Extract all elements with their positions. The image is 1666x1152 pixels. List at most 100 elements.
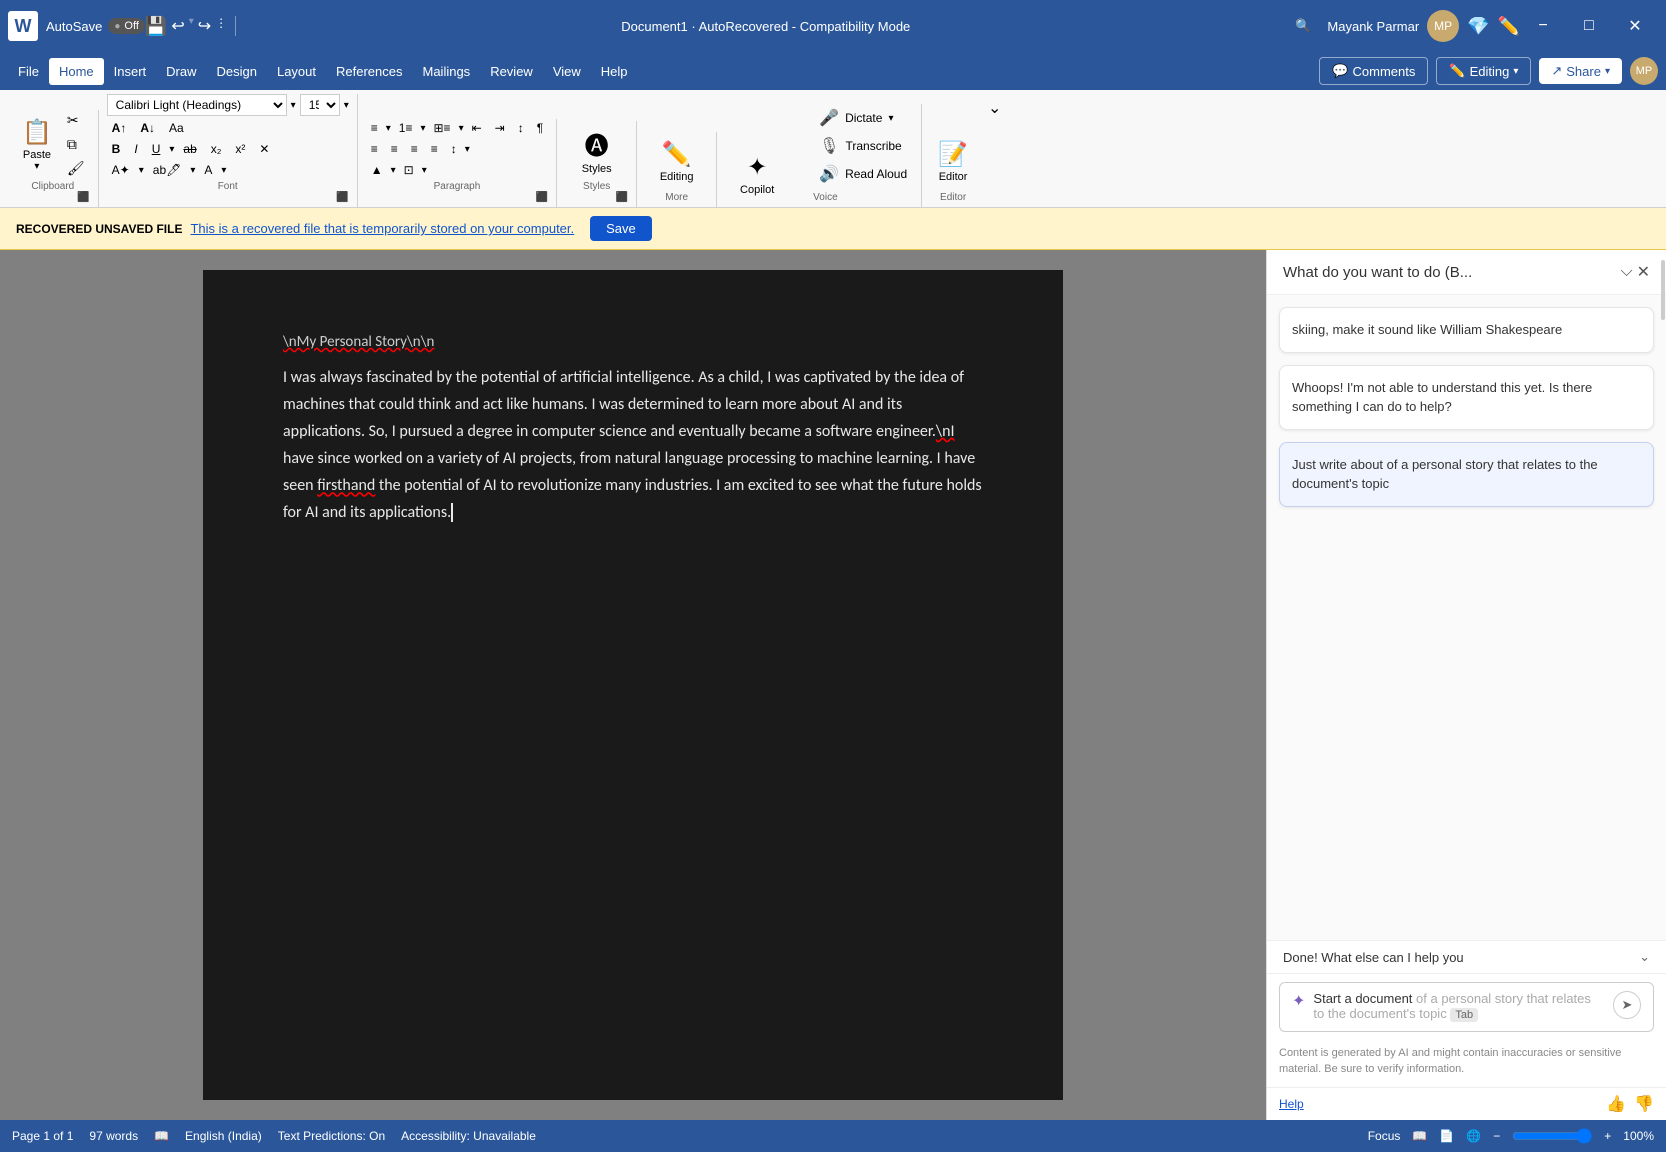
numbering-dropdown[interactable]: ▾ [420,123,425,134]
autosave-toggle[interactable]: ● Off [108,18,145,34]
copilot-button[interactable]: ✦ Copilot [734,145,780,203]
font-expander[interactable]: ⬛ [336,192,348,203]
focus-label[interactable]: Focus [1368,1129,1401,1143]
search-button[interactable]: 🔍 [1287,10,1319,42]
undo-button[interactable]: ↩ [171,16,184,37]
line-spacing-button[interactable]: ↕ [446,140,462,158]
zoom-slider[interactable] [1512,1128,1592,1144]
print-layout-icon[interactable]: 📄 [1439,1129,1454,1143]
shading-button[interactable]: ▲ [366,161,388,179]
styles-expander[interactable]: ⬛ [616,192,628,203]
font-selector[interactable]: Calibri Light (Headings) [107,94,287,116]
borders-button[interactable]: ⊡ [399,161,419,179]
highlight-dropdown[interactable]: ▾ [190,165,195,176]
copilot-close-btn[interactable]: ✕ [1637,262,1650,282]
change-case-button[interactable]: Aa [164,119,189,137]
menu-design[interactable]: Design [207,58,267,85]
menu-view[interactable]: View [543,58,591,85]
copilot-input-box[interactable]: ✦ Start a document of a personal story t… [1279,982,1654,1032]
show-para-button[interactable]: ¶ [532,119,548,137]
recovery-save-button[interactable]: Save [590,216,652,241]
document-content[interactable]: \nMy Personal Story\n\n I was always fas… [283,330,983,527]
spell-check-icon[interactable]: 📖 [154,1129,169,1143]
clipboard-expander[interactable]: ⬛ [77,192,89,203]
menu-file[interactable]: File [8,58,49,85]
dictate-button[interactable]: 🎤 Dictate ▾ [813,104,913,132]
superscript-button[interactable]: x² [230,140,250,158]
cut-button[interactable]: ✂ [62,110,90,131]
user-avatar[interactable]: MP [1427,10,1459,42]
minimize-button[interactable]: − [1520,10,1566,42]
align-center-button[interactable]: ≡ [386,140,403,158]
gem-icon[interactable]: 💎 [1467,16,1489,37]
recovery-message[interactable]: This is a recovered file that is tempora… [190,221,574,236]
copilot-collapse-btn[interactable]: ⌵ [1620,263,1632,281]
underline-dropdown[interactable]: ▾ [169,144,174,155]
save-button[interactable]: 💾 [145,16,167,37]
menu-references[interactable]: References [326,58,412,85]
redo-button[interactable]: ↪ [198,16,211,37]
highlight-button[interactable]: ab🖊 [148,161,187,179]
editing-ribbon-button[interactable]: ✏️ Editing [654,132,700,190]
user-profile-btn[interactable]: MP [1630,57,1658,85]
subscript-button[interactable]: x₂ [206,140,227,158]
zoom-level[interactable]: 100% [1623,1129,1654,1143]
share-button[interactable]: ↗ Share ▾ [1539,58,1622,84]
zoom-out-icon[interactable]: − [1493,1129,1500,1143]
paste-button[interactable]: 📋 Paste ▾ [16,114,58,176]
italic-button[interactable]: I [129,140,142,158]
paragraph-expander[interactable]: ⬛ [536,192,548,203]
font-color-button[interactable]: A [199,161,217,179]
thumbs-up-button[interactable]: 👍 [1606,1094,1626,1114]
zoom-in-icon[interactable]: + [1604,1129,1611,1143]
sort-button[interactable]: ↕ [513,119,529,137]
text-effect-button[interactable]: A✦ [107,161,135,179]
menu-insert[interactable]: Insert [104,58,157,85]
font-color-dropdown[interactable]: ▾ [221,165,226,176]
justify-button[interactable]: ≡ [426,140,443,158]
text-effect-dropdown[interactable]: ▾ [139,165,144,176]
comments-button[interactable]: 💬 Comments [1319,57,1428,85]
web-layout-icon[interactable]: 🌐 [1466,1129,1481,1143]
menu-draw[interactable]: Draw [156,58,206,85]
numbering-button[interactable]: 1≡ [394,119,418,137]
format-painter-button[interactable]: 🖌 [62,158,90,179]
help-link[interactable]: Help [1279,1097,1304,1111]
menu-layout[interactable]: Layout [267,58,326,85]
pen-icon[interactable]: ✏️ [1498,16,1520,37]
bold-button[interactable]: B [107,140,126,158]
transcribe-button[interactable]: 🎙 Transcribe [813,132,913,160]
editor-button[interactable]: 📝 Editor [930,132,976,190]
decrease-indent-button[interactable]: ⇤ [467,119,487,137]
borders-dropdown[interactable]: ▾ [422,165,427,176]
maximize-button[interactable]: □ [1566,10,1612,42]
menu-help[interactable]: Help [591,58,638,85]
align-right-button[interactable]: ≡ [406,140,423,158]
thumbs-down-button[interactable]: 👎 [1634,1094,1654,1114]
line-spacing-dropdown[interactable]: ▾ [465,144,470,155]
language[interactable]: English (India) [185,1129,262,1143]
close-button[interactable]: ✕ [1612,10,1658,42]
clear-formatting-button[interactable]: ✕ [254,140,274,158]
send-button[interactable]: ➤ [1613,991,1641,1019]
grow-font-button[interactable]: A↑ [107,119,132,137]
bullets-dropdown[interactable]: ▾ [386,123,391,134]
menu-mailings[interactable]: Mailings [413,58,481,85]
menu-review[interactable]: Review [480,58,543,85]
accessibility[interactable]: Accessibility: Unavailable [401,1129,536,1143]
align-left-button[interactable]: ≡ [366,140,383,158]
menu-home[interactable]: Home [49,58,104,85]
copilot-input-text[interactable]: Start a document of a personal story tha… [1313,991,1605,1021]
font-size-selector[interactable]: 15 [300,94,340,116]
multilevel-button[interactable]: ⊞≡ [429,119,456,137]
copy-button[interactable]: ⧉ [62,134,90,155]
increase-indent-button[interactable]: ⇥ [490,119,510,137]
document-page[interactable]: \nMy Personal Story\n\n I was always fas… [203,270,1063,1100]
shading-dropdown[interactable]: ▾ [391,165,396,176]
read-aloud-button[interactable]: 🔊 Read Aloud [813,160,913,188]
customize-quick-access[interactable]: ⋮ [215,16,227,37]
text-predictions[interactable]: Text Predictions: On [278,1129,385,1143]
editing-button[interactable]: ✏️ Editing ▾ [1436,57,1531,85]
styles-button[interactable]: 🅐 Styles [576,121,618,179]
read-mode-icon[interactable]: 📖 [1412,1129,1427,1143]
